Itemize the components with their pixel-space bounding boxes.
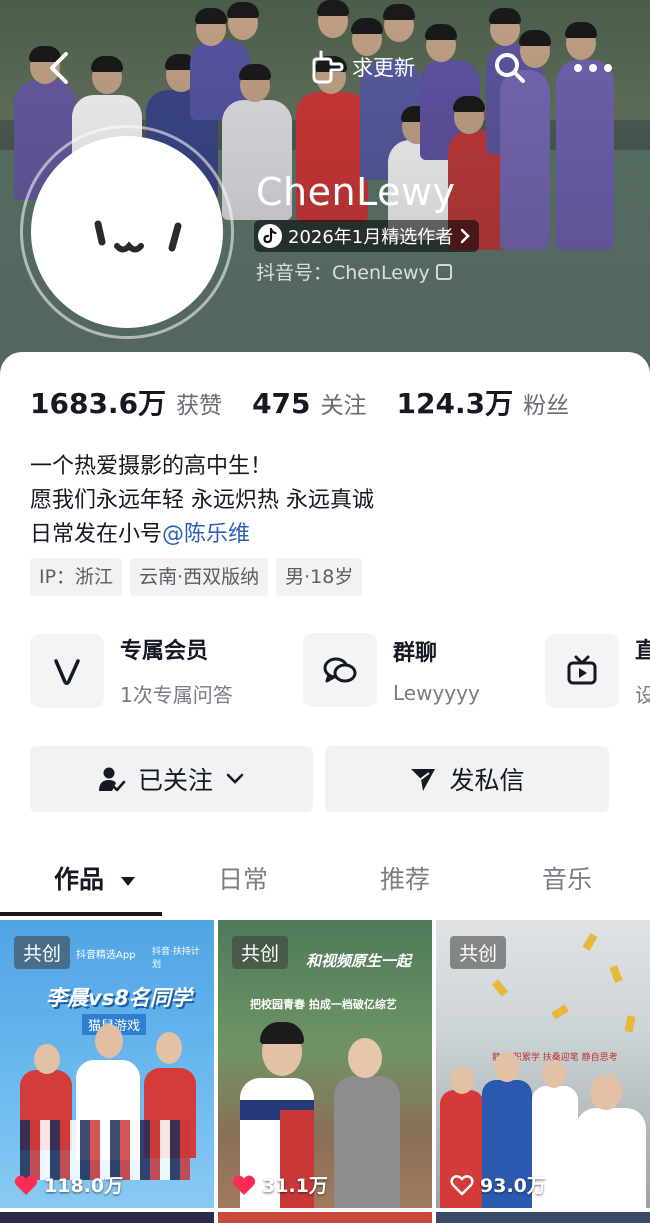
stat-likes[interactable]: 1683.6万 获赞 — [30, 382, 222, 422]
co-create-badge: 共创 — [232, 936, 289, 969]
avatar — [31, 136, 223, 328]
video-tile-4-peek[interactable] — [0, 1212, 214, 1223]
send-message-button[interactable]: 发私信 — [325, 746, 609, 812]
douyin-id-text: 抖音号：ChenLewy — [256, 262, 430, 284]
cute-face-icon — [94, 220, 182, 253]
active-tab-indicator — [0, 912, 162, 916]
thumb2-title: 和视频原生一起 — [306, 952, 412, 970]
tag-ip: IP：浙江 — [30, 558, 123, 596]
video-tile-1[interactable]: 抖音精选App 抖音·扶持计划 李晨vs8名同学 猫鼠游戏 共创 118.0万 — [0, 920, 214, 1208]
more-dots-icon — [574, 64, 612, 72]
copy-icon[interactable] — [435, 263, 452, 280]
feature-live[interactable]: 直 设 — [545, 633, 650, 708]
stats-row: 1683.6万 获赞 475 关注 124.3万 粉丝 — [30, 382, 599, 422]
video-1-like-count: 118.0万 — [44, 1175, 124, 1197]
pointing-hand-icon — [312, 50, 344, 84]
profile-tags: IP：浙江 云南·西双版纳 男·18岁 — [30, 558, 363, 596]
chevron-left-icon — [50, 52, 68, 84]
caret-down-icon — [120, 877, 135, 886]
bio-line-3: 日常发在小号@陈乐维 — [30, 518, 374, 552]
search-icon — [495, 53, 525, 83]
request-update-label: 求更新 — [352, 56, 415, 80]
tv-live-icon — [567, 655, 597, 684]
thumb1-title: 李晨vs8名同学 — [46, 986, 192, 1010]
bio: 一个热爱摄影的高中生！ 愿我们永远年轻 永远炽热 永远真诚 日常发在小号@陈乐维 — [30, 450, 374, 552]
followers-label: 粉丝 — [523, 393, 570, 419]
tab-daily[interactable]: 日常 — [218, 860, 268, 896]
feature-group-chat-icon-box — [303, 633, 377, 707]
send-message-label: 发私信 — [449, 766, 525, 795]
likes-count: 1683.6万 — [30, 387, 167, 420]
likes-label: 获赞 — [176, 393, 223, 419]
more-button[interactable] — [568, 48, 618, 99]
search-button[interactable] — [490, 48, 530, 99]
tab-works-label: 作品 — [54, 865, 105, 894]
badge-label: 2026年1月精选作者 — [288, 227, 454, 248]
video-2-like-count: 31.1万 — [262, 1175, 328, 1197]
video-tile-3[interactable]: 静 先积累学 扶桑迎笔 静自思考 共创 93.0万 — [436, 920, 650, 1208]
feature-live-subtitle: 设 — [635, 683, 650, 707]
feature-group-chat-title: 群聊 — [393, 641, 438, 666]
heart-filled-icon — [14, 1175, 38, 1195]
following-button[interactable]: 已关注 — [30, 746, 313, 812]
bio-line-1: 一个热爱摄影的高中生！ — [30, 454, 273, 479]
video-tile-5-peek[interactable] — [218, 1212, 432, 1223]
video-1-likes: 118.0万 — [14, 1171, 123, 1198]
co-create-badge: 共创 — [450, 936, 507, 969]
paper-plane-icon — [411, 769, 436, 791]
thumb2-subtitle: 把校园青春 拍成一档破亿综艺 — [250, 998, 397, 1011]
feature-member[interactable]: 专属会员 1次专属问答 — [30, 633, 233, 708]
request-update-button[interactable]: 求更新 — [306, 48, 415, 88]
douyin-id: 抖音号：ChenLewy — [256, 258, 452, 285]
chevron-down-icon — [226, 773, 244, 784]
feature-live-icon-box — [545, 633, 619, 708]
heart-filled-icon — [232, 1175, 256, 1195]
video-grid: 抖音精选App 抖音·扶持计划 李晨vs8名同学 猫鼠游戏 共创 118.0万 … — [0, 920, 650, 1223]
v-member-icon — [54, 658, 80, 685]
stat-followers[interactable]: 124.3万 粉丝 — [397, 382, 570, 422]
feature-member-icon-box — [30, 633, 104, 708]
stat-following[interactable]: 475 关注 — [252, 386, 366, 420]
feature-group-chat-subtitle: Lewyyyy — [393, 681, 480, 705]
tag-location[interactable]: 云南·西双版纳 — [130, 558, 269, 596]
thumb1-app-label: 抖音精选App — [76, 950, 136, 961]
video-2-likes: 31.1万 — [232, 1171, 328, 1198]
user-check-icon — [98, 767, 126, 792]
feature-member-subtitle: 1次专属问答 — [120, 683, 233, 707]
tab-recommend[interactable]: 推荐 — [380, 860, 430, 896]
tag-gender-age: 男·18岁 — [276, 558, 363, 596]
tab-works[interactable]: 作品 — [54, 860, 137, 896]
video-tile-2[interactable]: 和视频原生一起 把校园青春 拍成一档破亿综艺 共创 31.1万 — [218, 920, 432, 1208]
feature-live-title: 直 — [635, 639, 650, 664]
heart-outline-icon — [450, 1174, 474, 1196]
featured-creator-badge[interactable]: 2026年1月精选作者 — [254, 220, 480, 252]
video-tile-6-peek[interactable] — [436, 1212, 650, 1223]
video-3-like-count: 93.0万 — [480, 1175, 546, 1197]
back-button[interactable] — [42, 48, 78, 99]
video-3-likes: 93.0万 — [450, 1171, 546, 1198]
nickname: ChenLewy — [256, 170, 456, 214]
thumb1-support-label: 抖音·扶持计划 — [152, 947, 200, 970]
content-tabs: 作品 日常 推荐 音乐 — [0, 860, 650, 920]
feature-member-title: 专属会员 — [120, 639, 209, 664]
bio-line-3-prefix: 日常发在小号 — [30, 522, 163, 547]
feature-group-chat[interactable]: 群聊 Lewyyyy — [303, 633, 480, 707]
followers-count: 124.3万 — [396, 387, 514, 420]
following-label: 关注 — [320, 393, 367, 419]
tiktok-logo-icon — [258, 224, 282, 248]
chevron-right-icon — [461, 228, 471, 244]
co-create-badge: 共创 — [14, 936, 71, 969]
following-count: 475 — [252, 387, 311, 420]
chat-bubbles-icon — [323, 657, 357, 683]
mention-link[interactable]: @陈乐维 — [162, 522, 250, 547]
avatar-ring[interactable] — [20, 125, 234, 339]
bio-line-2: 愿我们永远年轻 永远炽热 永远真诚 — [30, 488, 374, 513]
following-button-label: 已关注 — [137, 766, 213, 795]
tab-music[interactable]: 音乐 — [542, 860, 592, 896]
